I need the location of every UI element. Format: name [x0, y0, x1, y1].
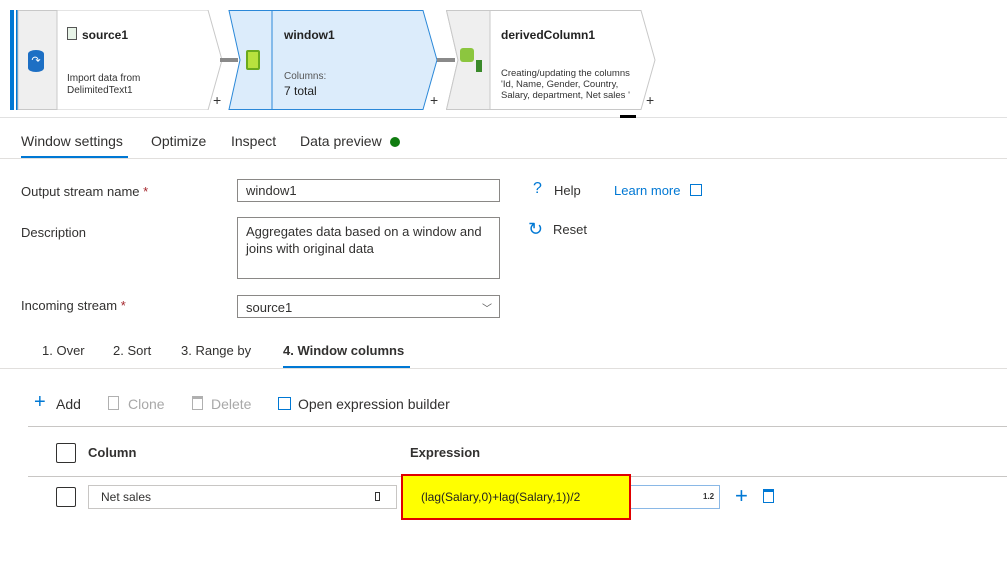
- status-dot-icon: [390, 137, 400, 147]
- panel-resize-handle[interactable]: [620, 115, 636, 118]
- node-title: derivedColumn1: [501, 28, 596, 42]
- csv-file-icon: [67, 27, 77, 40]
- description-textarea[interactable]: Aggregates data based on a window and jo…: [237, 217, 500, 279]
- window-transform-icon: [246, 50, 260, 70]
- description-label: Description: [21, 225, 87, 240]
- output-stream-label: Output stream name *: [21, 184, 149, 199]
- add-row-icon[interactable]: +: [735, 483, 748, 509]
- subtab-window-columns[interactable]: 4. Window columns: [283, 343, 404, 358]
- add-icon: +: [34, 391, 46, 413]
- tab-inspect[interactable]: Inspect: [231, 133, 276, 149]
- column-name-input[interactable]: Net sales: [88, 485, 397, 509]
- column-picker-icon[interactable]: [375, 492, 380, 501]
- subtab-over[interactable]: 1. Over: [42, 343, 85, 358]
- type-badge: 1.2: [703, 492, 715, 501]
- tab-window-settings[interactable]: Window settings: [21, 133, 123, 149]
- node-desc: Import data from: [67, 73, 141, 84]
- subtab-sort[interactable]: 2. Sort: [113, 343, 151, 358]
- database-source-icon: ↷: [28, 50, 44, 72]
- expression-header: Expression: [410, 445, 481, 460]
- add-after-source1-button[interactable]: +: [213, 92, 221, 108]
- help-icon[interactable]: ?: [533, 180, 542, 198]
- delete-button[interactable]: Delete: [211, 396, 251, 412]
- output-stream-input[interactable]: window1: [237, 179, 500, 202]
- add-button[interactable]: Add: [56, 396, 81, 412]
- node-title: window1: [284, 28, 335, 42]
- add-after-window1-button[interactable]: +: [430, 92, 438, 108]
- delete-icon: [192, 396, 203, 410]
- row-checkbox[interactable]: [56, 487, 76, 507]
- node-desc: Salary, department, Net sales ': [501, 90, 630, 101]
- node-desc: 'Id, Name, Gender, Country,: [501, 79, 619, 90]
- open-expression-builder-button[interactable]: Open expression builder: [298, 396, 450, 412]
- external-link-icon: [690, 184, 702, 196]
- clone-button[interactable]: Clone: [128, 396, 165, 412]
- tab-data-preview[interactable]: Data preview: [300, 133, 382, 149]
- learn-more-link[interactable]: Learn more: [614, 183, 680, 198]
- node-desc-value: 7 total: [284, 84, 317, 98]
- node-desc: Creating/updating the columns: [501, 68, 630, 79]
- reset-button[interactable]: Reset: [553, 222, 587, 237]
- derived-column-icon: [460, 48, 474, 62]
- derived-column-icon-part: [476, 60, 482, 72]
- node-window1[interactable]: window1 Columns: 7 total +: [228, 10, 440, 110]
- pipeline-canvas: ↷ source1 Import data from DelimitedText…: [0, 0, 1007, 118]
- add-after-derivedcolumn1-button[interactable]: +: [646, 92, 654, 108]
- expression-value[interactable]: (lag(Salary,0)+lag(Salary,1))/2: [421, 490, 580, 504]
- trash-icon[interactable]: [763, 489, 774, 503]
- chevron-down-icon: ﹀: [482, 304, 492, 315]
- clone-icon: [108, 396, 119, 410]
- node-derivedcolumn1[interactable]: derivedColumn1 Creating/updating the col…: [446, 10, 661, 110]
- node-desc-label: Columns:: [284, 71, 327, 82]
- node-source1[interactable]: ↷ source1 Import data from DelimitedText…: [10, 10, 225, 110]
- node-title: source1: [82, 28, 129, 42]
- node-desc: DelimitedText1: [67, 85, 133, 96]
- subtab-range-by[interactable]: 3. Range by: [181, 343, 251, 358]
- incoming-stream-select[interactable]: source1: [237, 295, 500, 318]
- tab-optimize[interactable]: Optimize: [151, 133, 206, 149]
- column-header: Column: [88, 445, 137, 460]
- incoming-stream-label: Incoming stream *: [21, 298, 126, 313]
- select-all-checkbox[interactable]: [56, 443, 76, 463]
- reset-icon[interactable]: ↻: [528, 219, 543, 240]
- selected-value: source1: [246, 300, 293, 315]
- open-external-icon: [278, 397, 291, 410]
- help-link[interactable]: Help: [554, 183, 581, 198]
